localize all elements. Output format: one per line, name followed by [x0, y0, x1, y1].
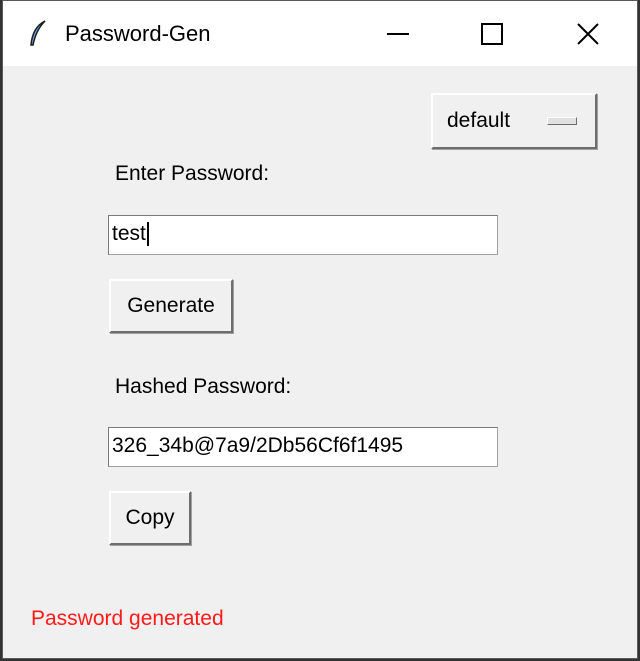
- option-menu-indicator-icon: [547, 117, 577, 125]
- window-title: Password-Gen: [65, 21, 211, 46]
- enter-password-label: Enter Password:: [115, 162, 270, 185]
- theme-value: default: [447, 109, 511, 132]
- text-caret: [146, 222, 149, 247]
- password-input[interactable]: test: [108, 215, 498, 255]
- theme-option-menu[interactable]: default: [431, 93, 597, 149]
- minimize-icon: [387, 33, 409, 35]
- app-window: Password-Gen default Enter Password: tes…: [2, 0, 638, 659]
- close-icon: [577, 23, 599, 45]
- hashed-password-label: Hashed Password:: [115, 375, 292, 398]
- status-message: Password generated: [31, 607, 224, 630]
- hashed-password-output[interactable]: 326_34b@7a9/2Db56Cf6f1495: [108, 427, 498, 467]
- maximize-button[interactable]: [469, 15, 515, 53]
- generate-button[interactable]: Generate: [109, 279, 233, 333]
- minimize-button[interactable]: [375, 15, 421, 53]
- close-button[interactable]: [565, 15, 611, 53]
- copy-button[interactable]: Copy: [109, 491, 191, 545]
- maximize-icon: [481, 23, 503, 45]
- feather-icon: [30, 20, 46, 46]
- password-value: test: [112, 222, 146, 245]
- title-bar: Password-Gen: [3, 1, 637, 66]
